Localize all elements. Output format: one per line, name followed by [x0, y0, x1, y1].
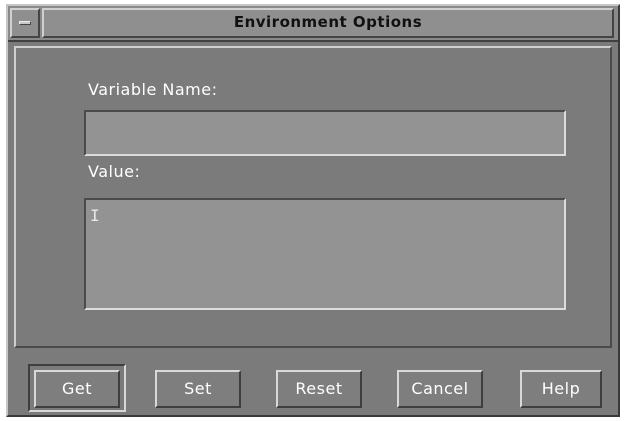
button-bar: Get Set Reset Cancel Help: [8, 352, 618, 415]
environment-options-dialog: Environment Options Variable Name: Value…: [6, 4, 620, 417]
form-panel: Variable Name: Value: I: [14, 46, 612, 348]
title-bar: Environment Options: [8, 6, 618, 42]
window-title[interactable]: Environment Options: [42, 8, 614, 38]
value-label: Value:: [88, 162, 141, 181]
value-textarea[interactable]: [84, 198, 566, 310]
value-field-wrapper: I: [84, 198, 566, 310]
reset-button[interactable]: Reset: [276, 370, 362, 408]
window-title-text: Environment Options: [233, 13, 423, 31]
window-menu-icon: [19, 21, 31, 25]
cancel-button[interactable]: Cancel: [397, 370, 483, 408]
variable-name-input[interactable]: [84, 110, 566, 156]
variable-name-label: Variable Name:: [88, 80, 218, 99]
help-button[interactable]: Help: [520, 370, 602, 408]
set-button[interactable]: Set: [155, 370, 241, 408]
get-button[interactable]: Get: [34, 370, 120, 408]
window-menu-button[interactable]: [10, 8, 40, 38]
